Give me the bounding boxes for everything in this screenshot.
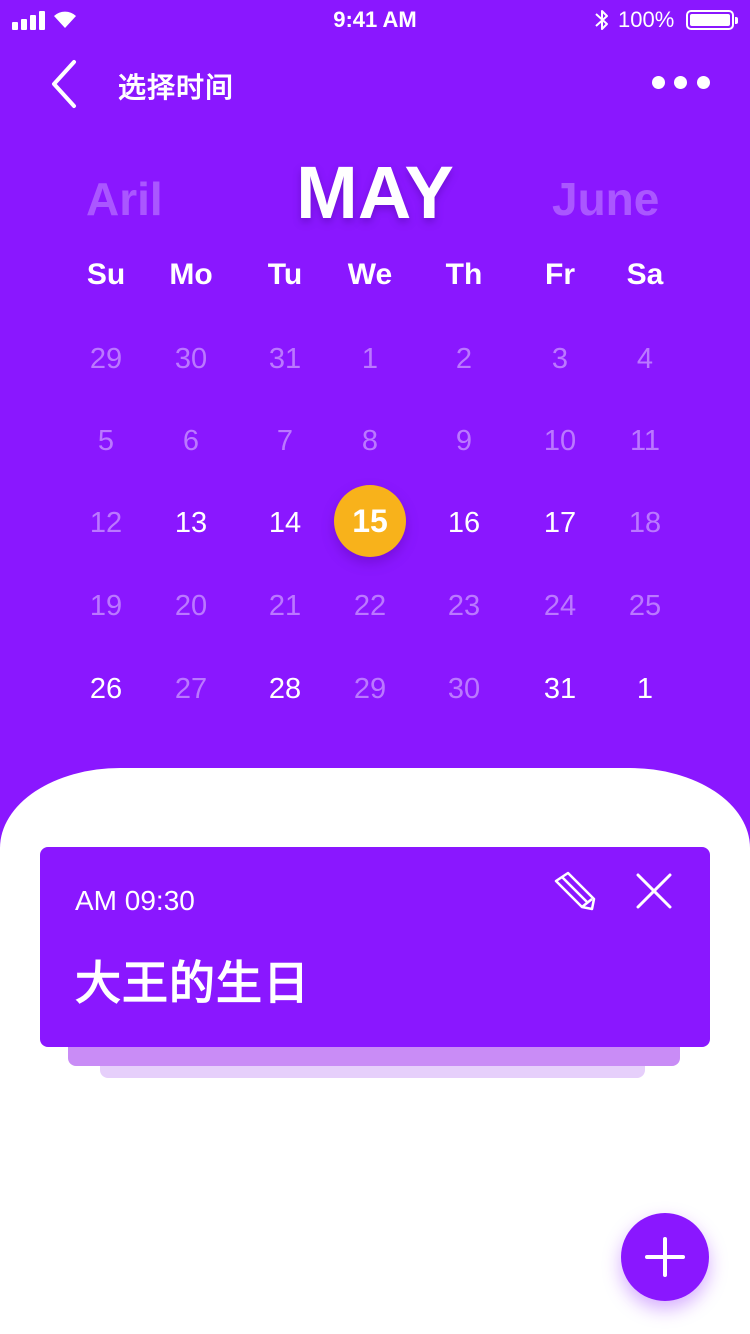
calendar-day[interactable]: 22 [330,586,410,626]
event-title: 大王的生日 [75,957,310,1009]
bluetooth-icon [595,10,608,30]
calendar-day[interactable]: 20 [151,586,231,626]
calendar-day[interactable]: 25 [605,586,685,626]
calendar-day[interactable]: 9 [424,421,504,461]
calendar-day[interactable]: 27 [151,669,231,709]
battery-icon [686,10,738,30]
calendar-day[interactable]: 21 [245,586,325,626]
calendar-day[interactable]: 13 [151,503,231,543]
weekday-we: We [347,258,393,291]
calendar-day[interactable]: 17 [520,503,600,543]
pencil-icon[interactable] [554,869,598,913]
calendar-day[interactable]: 11 [605,421,685,461]
calendar-day[interactable]: 5 [66,421,146,461]
weekday-mo: Mo [169,258,213,291]
calendar-day[interactable]: 12 [66,503,146,543]
calendar-day[interactable]: 2 [424,339,504,379]
calendar-day[interactable]: 4 [605,339,685,379]
calendar-day[interactable]: 28 [245,669,325,709]
back-chevron-icon[interactable] [46,58,86,110]
calendar-day[interactable]: 29 [66,339,146,379]
close-icon[interactable] [632,869,676,913]
calendar-day[interactable]: 19 [66,586,146,626]
calendar-day[interactable]: 30 [424,669,504,709]
calendar-day-selected[interactable]: 15 [334,485,406,557]
month-next[interactable]: June [552,172,659,226]
calendar-day[interactable]: 29 [330,669,410,709]
calendar-day[interactable]: 8 [330,421,410,461]
calendar-day[interactable]: 10 [520,421,600,461]
calendar-day[interactable]: 26 [66,669,146,709]
calendar-day[interactable]: 3 [520,339,600,379]
calendar-day[interactable]: 24 [520,586,600,626]
status-bar: 9:41 AM 100% [0,0,750,40]
calendar-day[interactable]: 23 [424,586,504,626]
page-title: 选择时间 [118,72,235,103]
event-card[interactable]: AM 09:30 大王的生日 [40,847,710,1047]
more-dots-icon[interactable] [648,74,714,94]
calendar-day[interactable]: 31 [520,669,600,709]
calendar-day[interactable]: 7 [245,421,325,461]
calendar-day[interactable]: 1 [605,669,685,709]
weekday-th: Th [445,258,483,291]
calendar-day[interactable]: 18 [605,503,685,543]
add-event-button[interactable] [621,1213,709,1301]
calendar-day[interactable]: 30 [151,339,231,379]
battery-percent: 100% [618,7,675,32]
calendar-day[interactable]: 1 [330,339,410,379]
calendar-day[interactable]: 16 [424,503,504,543]
calendar-day[interactable]: 6 [151,421,231,461]
calendar-day[interactable]: 14 [245,503,325,543]
calendar-day[interactable]: 31 [245,339,325,379]
weekday-sa: Sa [626,258,664,291]
event-time: AM 09:30 [75,885,195,916]
